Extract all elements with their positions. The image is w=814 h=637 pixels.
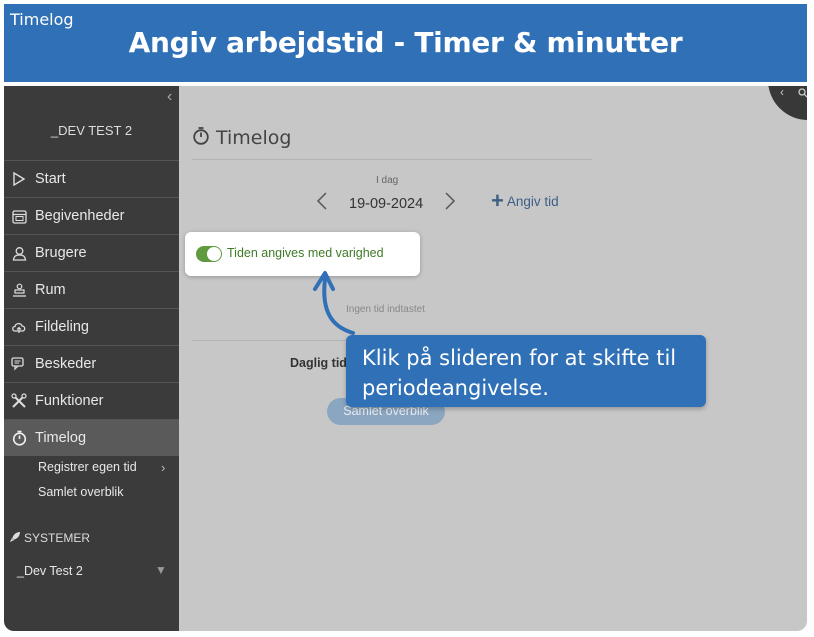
- sidebar-item-timelog[interactable]: Timelog: [4, 419, 179, 456]
- sidebar: ‹ _DEV TEST 2 Start Begivenheder Brugere…: [4, 86, 179, 631]
- message-icon: [11, 356, 27, 372]
- organization-name: _DEV TEST 2: [50, 123, 133, 138]
- current-date[interactable]: 19-09-2024: [349, 196, 423, 212]
- user-icon: [11, 245, 27, 261]
- calendar-icon: [11, 208, 27, 224]
- plus-icon: +: [491, 188, 504, 213]
- sidebar-item-label: Start: [35, 171, 66, 187]
- cloud-icon: [11, 319, 27, 335]
- divider: [192, 159, 592, 160]
- day-label: I dag: [376, 175, 399, 186]
- page-title-text: Timelog: [216, 127, 292, 149]
- sidebar-item-funktioner[interactable]: Funktioner: [4, 382, 179, 419]
- sidebar-item-rum[interactable]: Rum: [4, 271, 179, 308]
- sidebar-item-label: Funktioner: [35, 393, 104, 409]
- next-day-button[interactable]: [444, 191, 456, 217]
- sidebar-nav: Start Begivenheder Brugere Rum Fildeling…: [4, 160, 179, 456]
- chevron-right-icon[interactable]: ›: [161, 460, 165, 475]
- pointer-arrow-icon: [313, 271, 355, 335]
- stopwatch-icon: [192, 126, 210, 150]
- sidebar-item-fildeling[interactable]: Fildeling: [4, 308, 179, 345]
- search-icon: [798, 87, 807, 101]
- sidebar-subitem-overblik[interactable]: Samlet overblik: [38, 485, 123, 499]
- duration-toggle[interactable]: [196, 246, 222, 262]
- sidebar-item-brugere[interactable]: Brugere: [4, 234, 179, 271]
- systems-header: SYSTEMER: [9, 531, 91, 545]
- instruction-callout: Klik på slideren for at skifte til perio…: [346, 335, 706, 407]
- play-icon: [11, 171, 27, 187]
- search-toggle[interactable]: ‹: [768, 86, 807, 120]
- page-heading: Angiv arbejdstid - Timer & minutter: [128, 26, 683, 59]
- header-banner: Timelog Angiv arbejdstid - Timer & minut…: [4, 4, 807, 82]
- tools-icon: [11, 393, 27, 409]
- sidebar-item-beskeder[interactable]: Beskeder: [4, 345, 179, 382]
- collapse-sidebar-icon[interactable]: ‹: [167, 88, 172, 106]
- sidebar-item-start[interactable]: Start: [4, 160, 179, 197]
- daily-time-label: Daglig tid: [290, 356, 347, 370]
- toggle-label: Tiden angives med varighed: [227, 246, 384, 260]
- sidebar-item-label: Timelog: [35, 430, 87, 446]
- system-item[interactable]: _Dev Test 2: [17, 564, 83, 578]
- sidebar-item-label: Fildeling: [35, 319, 89, 335]
- toggle-knob: [207, 247, 221, 261]
- add-time-label: Angiv tid: [506, 193, 559, 209]
- sidebar-item-label: Brugere: [35, 245, 87, 261]
- room-icon: [11, 282, 27, 298]
- add-time-button[interactable]: + Angiv tid: [491, 188, 559, 213]
- prev-day-button[interactable]: [316, 191, 328, 217]
- sidebar-item-begivenheder[interactable]: Begivenheder: [4, 197, 179, 234]
- sidebar-subitem-registrer[interactable]: Registrer egen tid: [38, 460, 137, 474]
- sidebar-item-label: Begivenheder: [35, 208, 125, 224]
- sidebar-item-label: Rum: [35, 282, 66, 298]
- chevron-left-icon: ‹: [780, 86, 784, 99]
- page-title: Timelog: [192, 126, 291, 150]
- rocket-icon: [9, 531, 21, 545]
- sidebar-item-label: Beskeder: [35, 356, 97, 372]
- stopwatch-icon: [11, 430, 27, 446]
- caret-down-icon[interactable]: ▼: [155, 563, 167, 577]
- systems-label: SYSTEMER: [24, 531, 91, 545]
